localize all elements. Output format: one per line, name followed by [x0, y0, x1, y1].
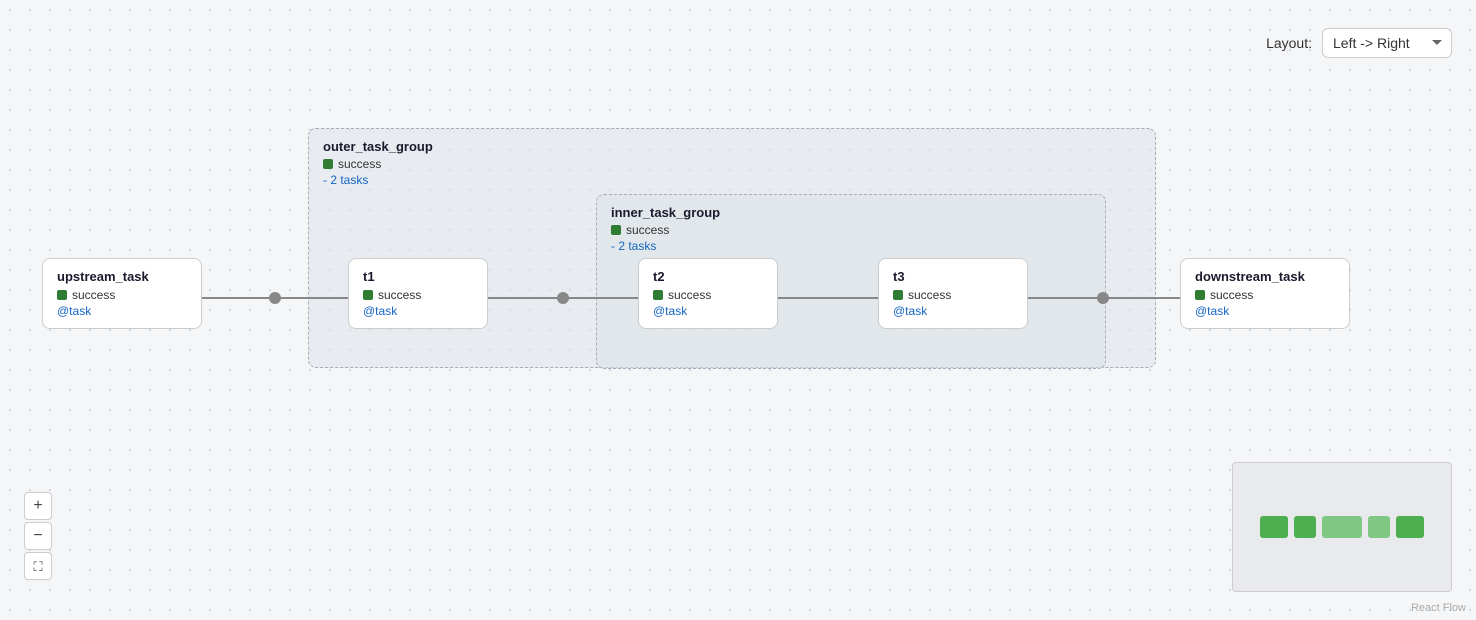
conn-dot-1 [269, 292, 281, 304]
t3-node[interactable]: t3 success @task [878, 258, 1028, 329]
zoom-controls: + − ⛶ [24, 492, 52, 580]
fit-view-button[interactable]: ⛶ [24, 552, 52, 580]
minimap-node-0 [1260, 516, 1288, 538]
inner-group-name: inner_task_group [611, 205, 720, 220]
outer-tasks-link[interactable]: - 2 tasks [323, 173, 433, 187]
t1-title: t1 [363, 269, 473, 284]
t3-status-dot [893, 290, 903, 300]
downstream-status-dot [1195, 290, 1205, 300]
minimap-node-1 [1294, 516, 1316, 538]
t2-type: @task [653, 304, 763, 318]
downstream-task-type: @task [1195, 304, 1335, 318]
t2-node[interactable]: t2 success @task [638, 258, 778, 329]
conn-dot-2 [557, 292, 569, 304]
inner-status-dot [611, 225, 621, 235]
t3-type: @task [893, 304, 1013, 318]
t3-title: t3 [893, 269, 1013, 284]
downstream-task-status: success [1195, 288, 1335, 302]
layout-select[interactable]: Left -> Right Top -> Bottom [1322, 28, 1452, 58]
t1-status: success [363, 288, 473, 302]
upstream-task-type: @task [57, 304, 187, 318]
outer-status-dot [323, 159, 333, 169]
minimap [1232, 462, 1452, 592]
minimap-node-3 [1368, 516, 1390, 538]
t1-status-dot [363, 290, 373, 300]
upstream-task-title: upstream_task [57, 269, 187, 284]
upstream-task-status: success [57, 288, 187, 302]
react-flow-attribution: React Flow [1411, 602, 1466, 614]
inner-group-status: success [611, 223, 720, 237]
upstream-task-node[interactable]: upstream_task success @task [42, 258, 202, 329]
minimap-node-4 [1396, 516, 1424, 538]
minimap-inner [1260, 516, 1424, 538]
zoom-in-button[interactable]: + [24, 492, 52, 520]
t2-title: t2 [653, 269, 763, 284]
outer-group-label: outer_task_group success - 2 tasks [323, 139, 433, 187]
zoom-out-button[interactable]: − [24, 522, 52, 550]
inner-group-label: inner_task_group success - 2 tasks [611, 205, 720, 253]
upstream-status-dot [57, 290, 67, 300]
t3-status: success [893, 288, 1013, 302]
layout-control: Layout: Left -> Right Top -> Bottom [1266, 28, 1452, 58]
t1-type: @task [363, 304, 473, 318]
layout-label: Layout: [1266, 35, 1312, 51]
t2-status-dot [653, 290, 663, 300]
t2-status: success [653, 288, 763, 302]
outer-group-name: outer_task_group [323, 139, 433, 154]
minimap-node-2 [1322, 516, 1362, 538]
downstream-task-node[interactable]: downstream_task success @task [1180, 258, 1350, 329]
downstream-task-title: downstream_task [1195, 269, 1335, 284]
inner-tasks-link[interactable]: - 2 tasks [611, 239, 720, 253]
t1-node[interactable]: t1 success @task [348, 258, 488, 329]
conn-dot-3 [1097, 292, 1109, 304]
outer-group-status: success [323, 157, 433, 171]
